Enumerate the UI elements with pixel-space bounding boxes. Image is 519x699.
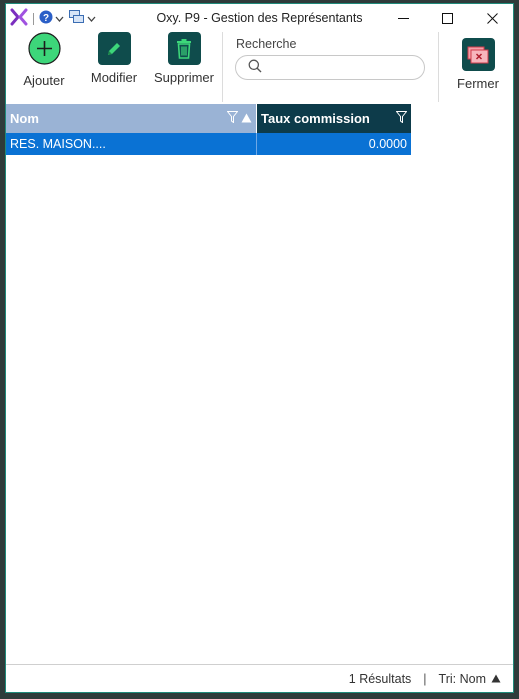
maximize-button[interactable] [424, 4, 470, 32]
toolbar: Ajouter Modifier Supprimer Recherche Fer… [6, 32, 513, 104]
filter-icon[interactable] [226, 111, 239, 126]
cell-nom[interactable]: RES. MAISON.... [6, 133, 256, 155]
cell-taux[interactable]: 0.0000 [256, 133, 411, 155]
column-header-nom[interactable]: Nom [6, 104, 256, 133]
column-header-label: Taux commission [261, 111, 370, 126]
close-window-button[interactable] [469, 4, 513, 32]
search-input[interactable] [268, 60, 408, 75]
results-count: 1 Résultats [348, 671, 412, 686]
trash-icon [167, 32, 201, 65]
search-label: Recherche [236, 37, 297, 51]
close-window-icon [461, 38, 495, 71]
status-divider: | [423, 671, 427, 686]
search-icon [248, 59, 262, 76]
representatives-table: Nom Taux commission RES. MAISON.... 0.00… [6, 104, 411, 155]
delete-button-label: Supprimer [154, 70, 214, 85]
add-button[interactable]: Ajouter [9, 32, 79, 88]
sort-ascending-icon [491, 672, 501, 686]
table-row[interactable]: RES. MAISON.... 0.0000 [6, 133, 411, 155]
toolbar-divider [222, 32, 223, 102]
delete-button[interactable]: Supprimer [149, 32, 219, 85]
app-window: ? Oxy. P9 - Gestion des Représentants Aj… [5, 3, 514, 693]
status-bar: 1 Résultats | Tri: Nom [6, 664, 513, 692]
sort-indicator: Tri: Nom [438, 671, 486, 686]
plus-circle-icon [27, 32, 61, 68]
sort-ascending-icon[interactable] [241, 111, 252, 126]
search-field[interactable] [235, 55, 425, 80]
pencil-icon [97, 32, 131, 65]
edit-button[interactable]: Modifier [79, 32, 149, 85]
column-header-label: Nom [10, 111, 39, 126]
minimize-button[interactable] [380, 4, 426, 32]
table-header: Nom Taux commission [6, 104, 411, 133]
close-button[interactable]: Fermer [443, 38, 513, 91]
close-button-label: Fermer [457, 76, 499, 91]
column-header-taux[interactable]: Taux commission [256, 104, 411, 133]
edit-button-label: Modifier [90, 70, 138, 85]
toolbar-divider [438, 32, 439, 102]
add-button-label: Ajouter [23, 73, 65, 88]
filter-icon[interactable] [395, 111, 408, 126]
title-bar: ? Oxy. P9 - Gestion des Représentants [6, 4, 513, 32]
